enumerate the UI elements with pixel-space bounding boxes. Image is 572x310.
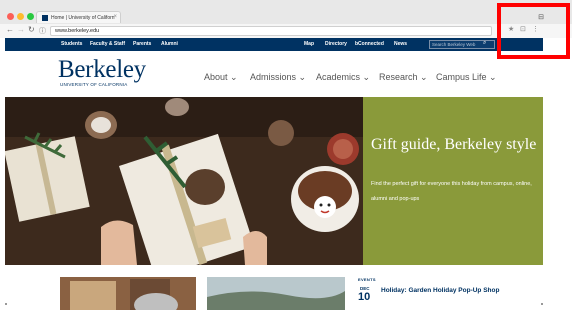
hero-title[interactable]: Gift guide, Berkeley style bbox=[371, 135, 541, 155]
chevron-down-icon: ⌄ bbox=[362, 72, 371, 82]
star-icon[interactable]: ★ bbox=[508, 25, 514, 33]
util-link-faculty-staff[interactable]: Faculty & Staff bbox=[90, 41, 125, 47]
hero-text-panel: Gift guide, Berkeley style Find the perf… bbox=[363, 97, 543, 265]
main-nav-admissions[interactable]: Admissions ⌄ bbox=[250, 72, 306, 83]
util-link-parents[interactable]: Parents bbox=[133, 41, 151, 47]
tab-close-icon[interactable]: × bbox=[113, 14, 117, 20]
page-edge-marker bbox=[541, 303, 543, 305]
events-label: EVENTS bbox=[358, 277, 376, 282]
main-nav-academics[interactable]: Academics ⌄ bbox=[316, 72, 370, 83]
chevron-down-icon: ⌄ bbox=[420, 72, 428, 82]
forward-arrow-icon[interactable]: → bbox=[17, 25, 25, 34]
main-nav-research[interactable]: Research ⌄ bbox=[379, 72, 428, 83]
info-icon[interactable]: ⓘ bbox=[39, 26, 46, 36]
berkeley-logo[interactable]: Berkeley UNIVERSITY OF CALIFORNIA bbox=[58, 56, 146, 90]
browser-tab[interactable]: Home | University of Californ × bbox=[36, 11, 121, 23]
close-window-button[interactable] bbox=[7, 13, 14, 20]
bookshelf-photo bbox=[60, 277, 196, 310]
tab-title: Home | University of Californ bbox=[51, 15, 115, 21]
extension-icon[interactable]: ⊡ bbox=[520, 25, 526, 33]
window-user-icon[interactable]: ⊟ bbox=[538, 13, 544, 21]
gift-photo-illustration bbox=[5, 97, 363, 265]
browser-window-chrome: Home | University of Californ × ⊟ ← → ↻ … bbox=[0, 0, 572, 38]
chevron-down-icon: ⌄ bbox=[230, 72, 238, 82]
landscape-photo bbox=[207, 277, 345, 310]
utility-nav-bar: Students Faculty & Staff Parents Alumni … bbox=[5, 38, 543, 51]
main-nav-about[interactable]: About ⌄ bbox=[204, 72, 238, 83]
util-link-directory[interactable]: Directory bbox=[325, 41, 347, 47]
reload-icon[interactable]: ↻ bbox=[28, 25, 35, 34]
hero-gift-photo bbox=[5, 97, 363, 265]
hero-description: Find the perfect gift for everyone this … bbox=[371, 181, 532, 202]
maximize-window-button[interactable] bbox=[27, 13, 34, 20]
chevron-down-icon: ⌄ bbox=[298, 72, 307, 82]
util-link-news[interactable]: News bbox=[394, 41, 407, 47]
search-icon[interactable]: ⌕ bbox=[483, 40, 486, 47]
util-link-map[interactable]: Map bbox=[304, 41, 314, 47]
util-link-students[interactable]: Students bbox=[61, 41, 82, 47]
main-nav-campus-life[interactable]: Campus Life ⌄ bbox=[436, 72, 497, 83]
menu-icon[interactable]: ⋮ bbox=[532, 25, 539, 33]
browser-toolbar: ← → ↻ ⓘ www.berkeley.edu ★ ⊡ ⋮ bbox=[0, 24, 572, 38]
news-thumbnail-1[interactable] bbox=[60, 277, 196, 310]
page-edge-marker bbox=[5, 303, 7, 305]
chevron-down-icon: ⌄ bbox=[489, 72, 497, 82]
event-title-link[interactable]: Holiday: Garden Holiday Pop-Up Shop bbox=[381, 286, 501, 295]
news-thumbnail-2[interactable] bbox=[207, 277, 345, 310]
util-link-alumni[interactable]: Alumni bbox=[161, 41, 178, 47]
event-day: 10 bbox=[358, 291, 371, 303]
berkeley-favicon-icon bbox=[42, 15, 48, 21]
screenshot: Home | University of Californ × ⊟ ← → ↻ … bbox=[0, 0, 572, 310]
address-bar[interactable]: www.berkeley.edu bbox=[50, 26, 492, 36]
minimize-window-button[interactable] bbox=[17, 13, 24, 20]
hero-feature[interactable]: Gift guide, Berkeley style Find the perf… bbox=[5, 97, 543, 265]
logo-wordmark: Berkeley bbox=[58, 56, 146, 83]
util-link-bconnected[interactable]: bConnected bbox=[355, 41, 384, 47]
back-arrow-icon[interactable]: ← bbox=[6, 25, 14, 34]
